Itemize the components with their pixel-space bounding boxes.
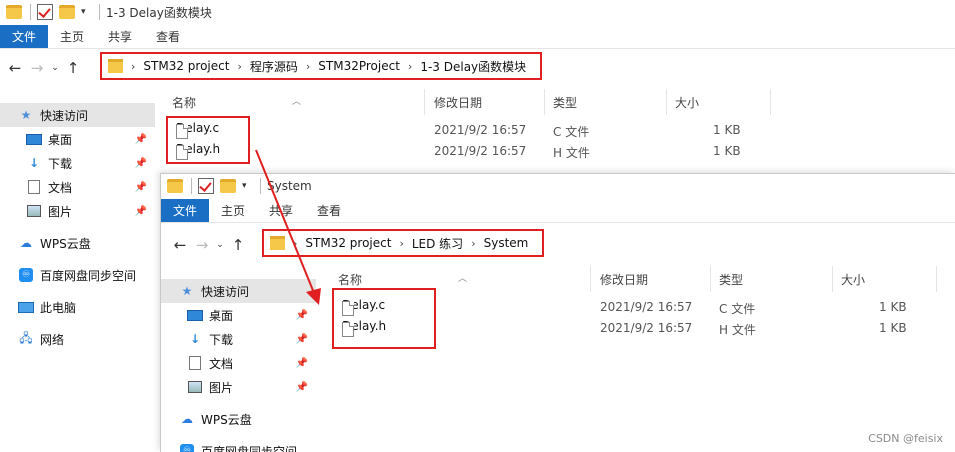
red-arrow — [255, 149, 321, 305]
arrow-head — [306, 288, 321, 305]
arrow-line — [255, 149, 315, 294]
watermark: CSDN @feisix — [868, 432, 943, 445]
